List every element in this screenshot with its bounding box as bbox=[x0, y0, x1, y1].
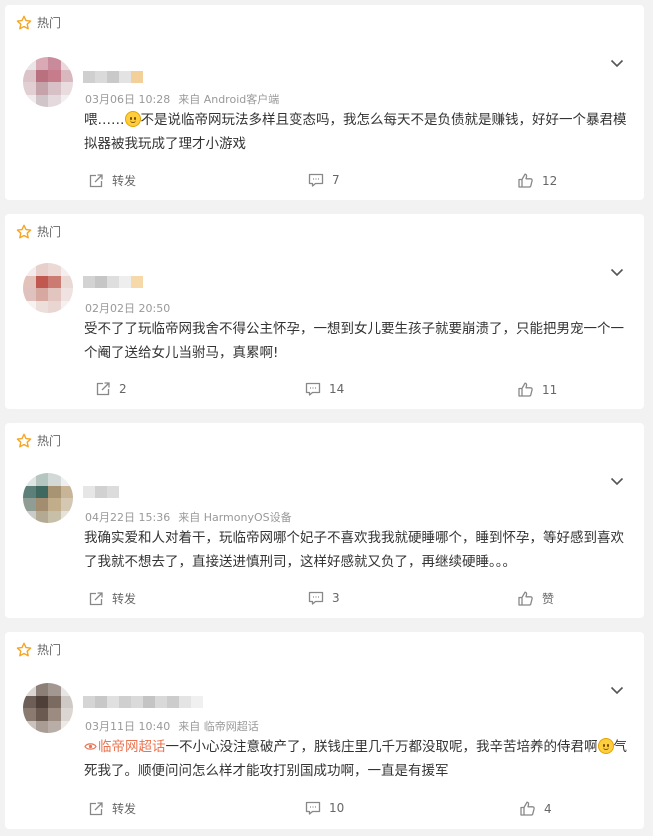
topic-link[interactable]: 临帝网超话 bbox=[84, 739, 166, 755]
like-count: 11 bbox=[542, 382, 558, 397]
star-outline-icon bbox=[16, 642, 32, 658]
star-outline-icon bbox=[16, 15, 32, 31]
comment-date: 02月02日 20:50 bbox=[85, 302, 171, 315]
repost-label: 转发 bbox=[112, 592, 137, 606]
thumbs-up-icon bbox=[517, 381, 542, 398]
comment-button[interactable]: 3 bbox=[308, 590, 340, 606]
share-icon bbox=[88, 801, 112, 817]
like-count: 12 bbox=[542, 173, 558, 188]
chevron-down-icon[interactable] bbox=[610, 680, 624, 695]
comment-card: 热门 03月06日 10:28 来自 Android客户端 喂…… 不是说临帝网玩法… bbox=[5, 5, 644, 200]
comment-bubble-icon bbox=[308, 172, 332, 188]
comment-text: 我确实爱和人对着干，玩临帝网哪个妃子不喜欢我我就硬睡哪个，睡到怀孕，等好感到喜欢… bbox=[84, 530, 624, 570]
comment-count: 3 bbox=[332, 591, 340, 605]
username-blurred[interactable] bbox=[83, 71, 143, 83]
hot-label: 热门 bbox=[37, 643, 62, 657]
comment-bubble-icon bbox=[308, 590, 332, 606]
star-outline-icon bbox=[16, 433, 32, 449]
comment-meta: 04月22日 15:36 来自 HarmonyOS设备 bbox=[85, 509, 292, 525]
like-label: 赞 bbox=[542, 592, 555, 606]
comment-button[interactable]: 10 bbox=[305, 800, 344, 816]
hot-label: 热门 bbox=[37, 225, 62, 239]
comment-button[interactable]: 14 bbox=[305, 381, 344, 397]
chevron-down-icon[interactable] bbox=[610, 262, 624, 277]
thumbs-up-icon bbox=[517, 172, 542, 189]
topic-label: 临帝网超话 bbox=[98, 739, 166, 755]
repost-button[interactable]: 2 bbox=[95, 381, 127, 397]
avatar[interactable] bbox=[23, 473, 73, 523]
comment-meta: 02月02日 20:50 bbox=[85, 300, 170, 316]
thumbs-up-icon bbox=[517, 590, 542, 607]
repost-button[interactable]: 转发 bbox=[88, 172, 136, 189]
comment-date: 03月06日 10:28 bbox=[85, 93, 171, 106]
angry-emoji-icon bbox=[597, 738, 614, 754]
like-count: 4 bbox=[544, 801, 552, 816]
comment-meta: 03月06日 10:28 来自 Android客户端 bbox=[85, 91, 279, 107]
hot-tag: 热门 bbox=[16, 15, 61, 31]
comment-button[interactable]: 7 bbox=[308, 172, 340, 188]
repost-button[interactable]: 转发 bbox=[88, 800, 136, 817]
chevron-down-icon[interactable] bbox=[610, 471, 624, 486]
smile-emoji-icon bbox=[124, 111, 141, 127]
username-blurred[interactable] bbox=[83, 276, 143, 288]
username-blurred[interactable] bbox=[83, 696, 203, 708]
comment-source: 来自 HarmonyOS设备 bbox=[178, 511, 292, 524]
repost-button[interactable]: 转发 bbox=[88, 590, 136, 607]
like-button[interactable]: 4 bbox=[519, 800, 552, 817]
comment-meta: 03月11日 10:40 来自 临帝网超话 bbox=[85, 718, 259, 734]
hot-tag: 热门 bbox=[16, 224, 61, 240]
comment-bubble-icon bbox=[305, 381, 329, 397]
comment-text: 临帝网超话一不小心没注意破产了，朕钱庄里几千万都没取呢，我辛苦培养的侍君啊 气死我… bbox=[84, 738, 627, 779]
comment-date: 03月11日 10:40 bbox=[85, 720, 171, 733]
avatar[interactable] bbox=[23, 683, 73, 733]
comment-source: 来自 临帝网超话 bbox=[178, 720, 259, 733]
share-icon bbox=[88, 591, 112, 607]
hot-label: 热门 bbox=[37, 434, 62, 448]
comment-card: 热门 03月11日 10:40 来自 临帝网超话 临帝网超话一不小心没注意破产了，… bbox=[5, 632, 644, 829]
comment-date: 04月22日 15:36 bbox=[85, 511, 171, 524]
comment-text: 受不了了玩临帝网我舍不得公主怀孕，一想到女儿要生孩子就要崩溃了，只能把男宠一个一… bbox=[84, 321, 624, 361]
hot-tag: 热门 bbox=[16, 642, 61, 658]
comment-count: 7 bbox=[332, 173, 340, 187]
thumbs-up-icon bbox=[519, 800, 544, 817]
share-icon bbox=[95, 381, 119, 397]
repost-label: 转发 bbox=[112, 174, 137, 188]
comment-card: 热门 02月02日 20:50 受不了了玩临帝网我舍不得公主怀孕，一想到女儿要生… bbox=[5, 214, 644, 409]
repost-count: 2 bbox=[119, 382, 127, 396]
comment-bubble-icon bbox=[305, 800, 329, 816]
comment-count: 14 bbox=[329, 382, 345, 396]
comment-text: 喂…… 不是说临帝网玩法多样且变态吗，我怎么每天不是负债就是赚钱，好好一个暴君模拟… bbox=[84, 111, 627, 152]
chevron-down-icon[interactable] bbox=[610, 53, 624, 68]
like-button[interactable]: 12 bbox=[517, 172, 557, 189]
like-button[interactable]: 赞 bbox=[517, 590, 554, 607]
share-icon bbox=[88, 173, 112, 189]
comment-count: 10 bbox=[329, 801, 345, 815]
repost-label: 转发 bbox=[112, 802, 137, 816]
avatar[interactable] bbox=[23, 263, 73, 313]
hot-tag: 热门 bbox=[16, 433, 61, 449]
username-blurred[interactable] bbox=[83, 486, 119, 498]
comment-card: 热门 04月22日 15:36 来自 HarmonyOS设备 我确实爱和人对着干，… bbox=[5, 423, 644, 618]
avatar[interactable] bbox=[23, 57, 73, 107]
comment-source: 来自 Android客户端 bbox=[178, 93, 280, 106]
like-button[interactable]: 11 bbox=[517, 381, 557, 398]
supertopic-icon bbox=[84, 743, 97, 750]
star-outline-icon bbox=[16, 224, 32, 240]
hot-label: 热门 bbox=[37, 16, 62, 30]
